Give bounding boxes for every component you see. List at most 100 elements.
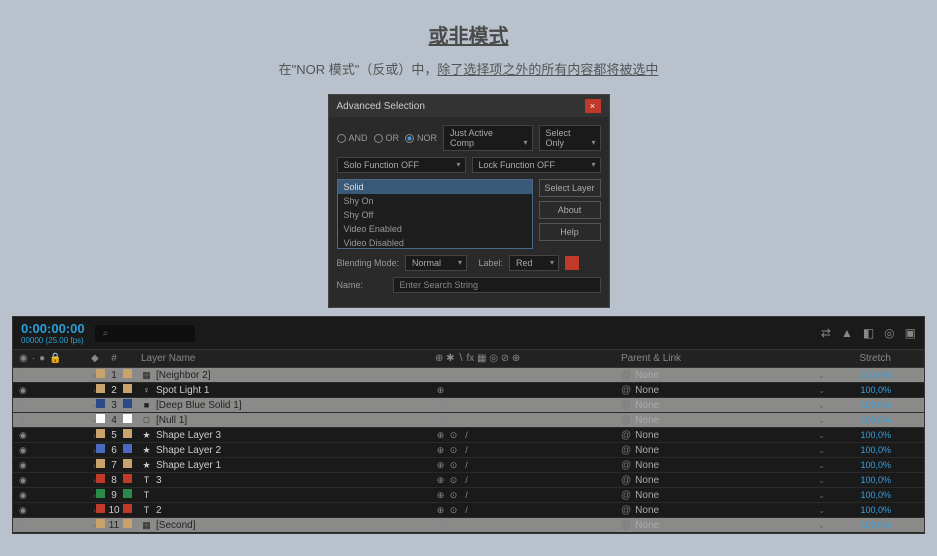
chevron-down-icon[interactable]: ⌄ <box>818 371 825 380</box>
layer-name[interactable]: Shape Layer 1 <box>156 460 221 471</box>
stretch-value[interactable]: 100,0% <box>860 490 891 500</box>
switch-icon[interactable]: ⊙ <box>448 505 459 516</box>
switch-icon[interactable]: ⊕ <box>435 490 446 501</box>
switch-icon[interactable]: / <box>461 415 472 426</box>
stretch-value[interactable]: 100,0% <box>860 370 891 380</box>
layer-name[interactable]: Spot Light 1 <box>156 385 209 396</box>
pickwhip-icon[interactable]: @ <box>621 385 631 396</box>
stretch-header[interactable]: Stretch <box>825 353 899 364</box>
stretch-value[interactable]: 100,0% <box>860 475 891 485</box>
switch-icon[interactable]: ⊙ <box>448 460 459 471</box>
switch-icon[interactable]: / <box>461 520 472 531</box>
parent-value[interactable]: None <box>635 490 814 501</box>
eye-icon[interactable]: ◉ <box>19 445 27 456</box>
switch-icon[interactable]: ⊕ <box>435 520 446 531</box>
stretch-value[interactable]: 100,0% <box>860 520 891 530</box>
eye-icon[interactable]: ◉ <box>19 460 27 471</box>
parent-value[interactable]: None <box>635 400 814 411</box>
chevron-down-icon[interactable]: ⌄ <box>818 446 825 455</box>
eye-column-icon[interactable]: ◉ <box>19 353 28 364</box>
switch-icon[interactable]: ⊕ <box>435 445 446 456</box>
table-row[interactable]: ◉›9T⊕⊙/@None⌄100,0% <box>13 488 924 503</box>
stretch-value[interactable]: 100,0% <box>860 505 891 515</box>
label-swatch[interactable] <box>96 459 105 468</box>
lock-column-icon[interactable]: 🔒 <box>49 353 61 364</box>
stretch-value[interactable]: 100,0% <box>860 430 891 440</box>
pickwhip-icon[interactable]: @ <box>621 445 631 456</box>
pickwhip-icon[interactable]: @ <box>621 400 631 411</box>
layername-header[interactable]: Layer Name <box>137 353 431 364</box>
eye-icon[interactable]: ◉ <box>19 400 27 411</box>
parent-value[interactable]: None <box>635 385 814 396</box>
eye-icon[interactable]: ◉ <box>19 520 27 531</box>
layer-name[interactable]: [Null 1] <box>156 415 187 426</box>
switch-icon[interactable]: / <box>461 460 472 471</box>
switch-icon[interactable]: / <box>461 490 472 501</box>
name-search-input[interactable]: Enter Search String <box>393 277 601 293</box>
eye-icon[interactable]: ◉ <box>19 475 27 486</box>
chevron-down-icon[interactable]: ⌄ <box>818 386 825 395</box>
table-row[interactable]: ◉›11▦[Second]⊕/@None⌄100,0% <box>13 518 924 533</box>
switch-icon[interactable]: / <box>461 400 472 411</box>
layer-name[interactable]: [Neighbor 2] <box>156 370 210 381</box>
label-color-swatch[interactable] <box>565 256 579 270</box>
parent-value[interactable]: None <box>635 505 814 516</box>
label-swatch[interactable] <box>96 519 105 528</box>
graph-editor-icon[interactable]: ▣ <box>905 326 916 340</box>
table-row[interactable]: ◉›6★Shape Layer 2⊕⊙/@None⌄100,0% <box>13 443 924 458</box>
switch-icon[interactable] <box>448 370 459 381</box>
table-row[interactable]: ◉›4□[Null 1]⊕/@None⌄100,0% <box>13 413 924 428</box>
table-row[interactable]: ◉›2♀Spot Light 1⊕@None⌄100,0% <box>13 383 924 398</box>
radio-and[interactable]: AND <box>337 133 368 143</box>
switch-icon[interactable]: ⊕ <box>435 430 446 441</box>
label-swatch[interactable] <box>96 444 105 453</box>
table-row[interactable]: ◉›8T 3⊕⊙/@None⌄100,0% <box>13 473 924 488</box>
chevron-down-icon[interactable]: ⌄ <box>818 506 825 515</box>
parent-value[interactable]: None <box>635 430 814 441</box>
audio-column-icon[interactable]: · <box>32 353 35 364</box>
eye-icon[interactable]: ◉ <box>19 385 27 396</box>
chevron-down-icon[interactable]: ⌄ <box>818 461 825 470</box>
radio-or[interactable]: OR <box>374 133 400 143</box>
pickwhip-icon[interactable]: @ <box>621 475 631 486</box>
comp-scope-dropdown[interactable]: Just Active Comp <box>443 125 532 151</box>
chevron-down-icon[interactable]: ⌄ <box>818 476 825 485</box>
eye-icon[interactable]: ◉ <box>19 415 27 426</box>
label-swatch[interactable] <box>96 489 105 498</box>
switch-icon[interactable]: ⊕ <box>435 370 446 381</box>
switch-icon[interactable]: ⊙ <box>448 430 459 441</box>
eye-icon[interactable]: ◉ <box>19 490 27 501</box>
stretch-value[interactable]: 100,0% <box>860 445 891 455</box>
layer-name[interactable]: 3 <box>156 475 162 486</box>
table-row[interactable]: ◉›5★Shape Layer 3⊕⊙/@None⌄100,0% <box>13 428 924 443</box>
num-header[interactable]: # <box>105 353 123 364</box>
eye-icon[interactable]: ◉ <box>19 370 27 381</box>
close-icon[interactable]: × <box>585 99 601 113</box>
label-swatch[interactable] <box>96 474 105 483</box>
layer-name[interactable]: [Second] <box>156 520 195 531</box>
layer-name[interactable]: Shape Layer 3 <box>156 430 221 441</box>
switch-icon[interactable]: ⊕ <box>435 415 446 426</box>
switch-icon[interactable]: ⊙ <box>448 490 459 501</box>
switch-icon[interactable]: / <box>461 505 472 516</box>
chevron-down-icon[interactable]: ⌄ <box>818 431 825 440</box>
solo-function-dropdown[interactable]: Solo Function OFF <box>337 157 466 173</box>
table-row[interactable]: ◉›10T 2⊕⊙/@None⌄100,0% <box>13 503 924 518</box>
select-mode-dropdown[interactable]: Select Only <box>539 125 601 151</box>
label-swatch[interactable] <box>96 399 105 408</box>
help-button[interactable]: Help <box>539 223 601 241</box>
frame-blend-icon[interactable]: ◎ <box>884 326 894 340</box>
shy-icon[interactable]: ◧ <box>863 326 874 340</box>
criteria-listbox[interactable]: Solid Shy On Shy Off Video Enabled Video… <box>337 179 533 249</box>
pickwhip-icon[interactable]: @ <box>621 370 631 381</box>
blend-mode-dropdown[interactable]: Normal <box>405 255 467 271</box>
eye-icon[interactable]: ◉ <box>19 505 27 516</box>
parent-value[interactable]: None <box>635 445 814 456</box>
chevron-down-icon[interactable]: ⌄ <box>818 416 825 425</box>
about-button[interactable]: About <box>539 201 601 219</box>
layer-name[interactable]: [Deep Blue Solid 1] <box>156 400 242 411</box>
pickwhip-icon[interactable]: @ <box>621 490 631 501</box>
pickwhip-icon[interactable]: @ <box>621 460 631 471</box>
table-row[interactable]: ◉›1▦[Neighbor 2]⊕/@None⌄100,0% <box>13 368 924 383</box>
layer-name[interactable]: Shape Layer 2 <box>156 445 221 456</box>
